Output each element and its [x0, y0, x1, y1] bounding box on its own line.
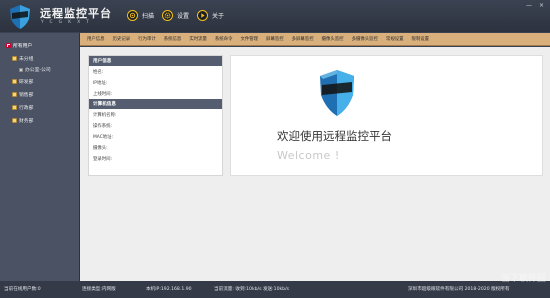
status-connection-type: 连接类型:内网版	[82, 287, 116, 292]
menu-multi-camera[interactable]: 多摄像头监控	[348, 36, 382, 42]
tree-item-rnd[interactable]: 研发部	[12, 78, 33, 85]
tree-item-finance[interactable]: 财务部	[12, 117, 33, 124]
folder-icon	[12, 92, 17, 97]
menu-system-info[interactable]: 系统信息	[160, 36, 186, 42]
tree-item-label: 所有用户	[13, 44, 33, 49]
settings-label: 设置	[177, 12, 190, 20]
folder-icon	[12, 79, 17, 84]
tree-item-label: 未分组	[19, 57, 34, 62]
info-row-name: 姓名:	[93, 69, 104, 75]
settings-button[interactable]: 设置	[162, 9, 189, 21]
menu-file-manager[interactable]: 文件管理	[236, 36, 262, 42]
scan-label: 扫描	[142, 12, 155, 20]
about-button[interactable]: 关于	[197, 9, 224, 21]
status-bar: 当前在线用户数:0 连接类型:内网版 本机IP:192.168.1.90 当前流…	[0, 281, 550, 298]
tree-item-office[interactable]: 办公室-公司	[19, 66, 51, 73]
status-local-ip: 本机IP:192.168.1.90	[146, 287, 192, 292]
menu-camera-monitor[interactable]: 摄像头监控	[318, 36, 348, 42]
group-icon	[6, 43, 11, 48]
welcome-panel: 欢迎使用远程监控平台 Welcome !	[230, 55, 543, 176]
menu-user-info[interactable]: 用户信息	[83, 36, 109, 42]
info-row-mac: MAC地址:	[93, 134, 114, 140]
scan-icon	[127, 9, 138, 21]
info-row-login-time: 登录时间:	[93, 156, 113, 162]
gear-icon	[162, 9, 173, 21]
info-row-computer-name: 计算机名称:	[93, 112, 117, 118]
info-row-online-time: 上线时间:	[93, 91, 113, 97]
menu-history[interactable]: 历史记录	[109, 36, 135, 42]
about-label: 关于	[212, 12, 225, 20]
app-title: 远程监控平台	[40, 7, 112, 20]
status-copyright: 深圳市超级眼软件有限公司 2018-2020 版权所有	[408, 287, 510, 292]
group-tree: 所有用户 未分组 办公室-公司 研发部 销售部 行政部 财务部	[0, 33, 80, 281]
function-menu: 用户信息 历史记录 行为审计 系统信息 实时流量 系统命令 文件管理 屏幕监控 …	[80, 33, 550, 46]
menu-screen-monitor[interactable]: 屏幕监控	[262, 36, 288, 42]
watermark: 当下软件园	[500, 274, 546, 284]
info-row-os: 操作系统:	[93, 123, 113, 129]
menu-audit[interactable]: 行为审计	[134, 36, 160, 42]
close-button[interactable]: ×	[539, 2, 544, 9]
tree-item-label: 财务部	[19, 119, 34, 124]
minimize-button[interactable]: —	[526, 2, 532, 9]
folder-icon	[12, 105, 17, 110]
folder-icon	[12, 56, 17, 61]
title-bar: 远程监控平台 YCGKXT 扫描 设置 关于 — ×	[0, 0, 550, 32]
computer-icon	[19, 67, 23, 72]
menu-general-settings[interactable]: 常规设置	[382, 36, 408, 42]
folder-icon	[12, 118, 17, 123]
welcome-title: 欢迎使用远程监控平台	[277, 129, 392, 143]
menu-system-command[interactable]: 系统命令	[211, 36, 237, 42]
tree-item-all-users[interactable]: 所有用户	[6, 42, 32, 49]
scan-button[interactable]: 扫描	[127, 9, 154, 21]
play-icon	[197, 9, 208, 21]
menu-restriction-settings[interactable]: 限制设置	[408, 36, 434, 42]
tree-item-sales[interactable]: 销售部	[12, 91, 33, 98]
user-info-header: 用户信息	[89, 56, 222, 66]
menu-traffic[interactable]: 实时流量	[185, 36, 211, 42]
welcome-subtitle: Welcome !	[277, 149, 340, 162]
menu-multi-screen[interactable]: 多屏幕监控	[288, 36, 318, 42]
status-traffic: 当前流量: 收到:10kb/s 发送:10kb/s	[214, 287, 290, 292]
tree-item-ungrouped[interactable]: 未分组	[12, 55, 33, 62]
computer-info-header: 计算机信息	[89, 99, 222, 109]
info-row-camera: 摄像头:	[93, 145, 108, 151]
shield-logo-icon	[10, 5, 30, 29]
status-online-count: 当前在线用户数:0	[4, 287, 41, 292]
tree-item-label: 销售部	[19, 93, 34, 98]
app-subtitle: YCGKXT	[41, 20, 95, 25]
main-content: 用户信息 姓名: IP地址: 上线时间: 计算机信息 计算机名称: 操作系统: …	[80, 47, 550, 281]
tree-item-label: 行政部	[19, 106, 34, 111]
tree-item-label: 办公室-公司	[25, 68, 51, 73]
tree-item-admin[interactable]: 行政部	[12, 104, 33, 111]
info-row-ip: IP地址:	[93, 80, 108, 86]
info-panel: 用户信息 姓名: IP地址: 上线时间: 计算机信息 计算机名称: 操作系统: …	[88, 55, 223, 176]
tree-item-label: 研发部	[19, 80, 34, 85]
shield-logo-icon	[320, 70, 354, 116]
